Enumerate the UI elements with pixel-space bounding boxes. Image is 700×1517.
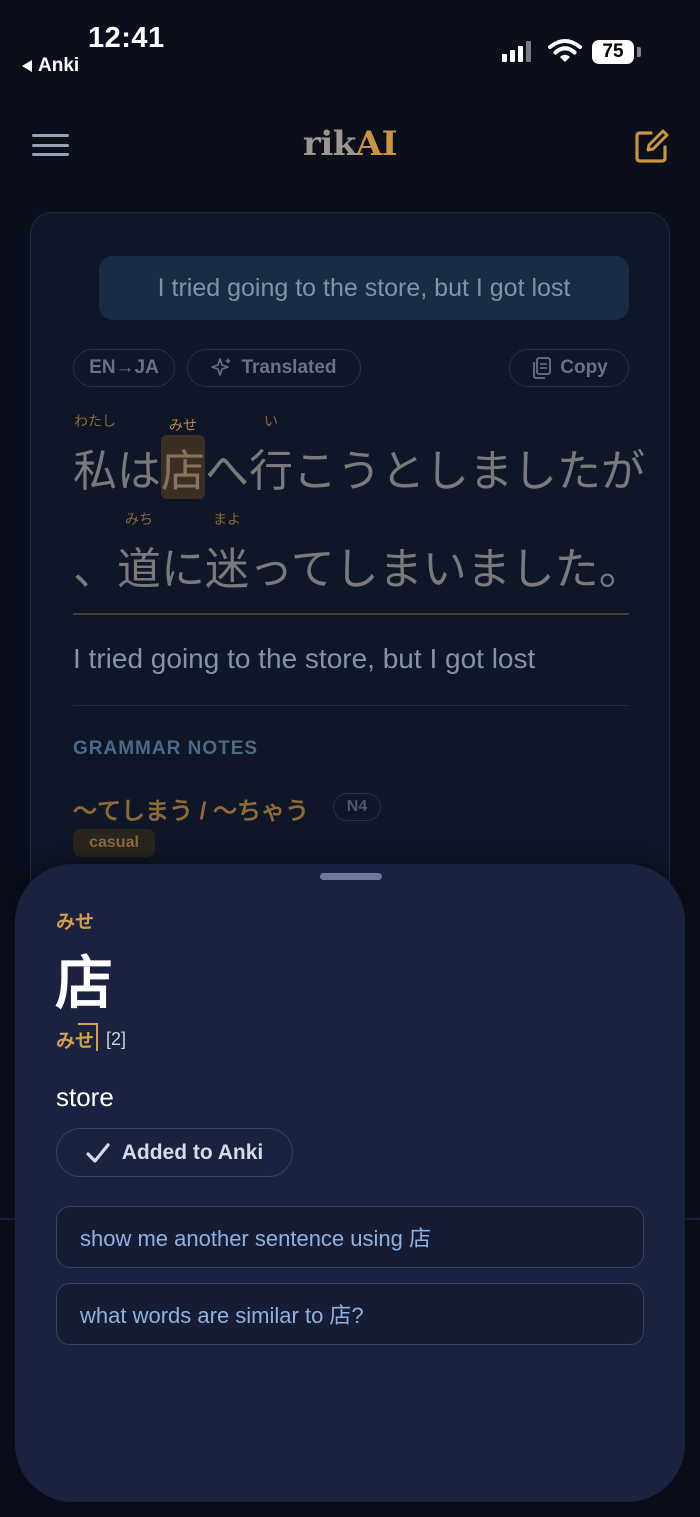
pitch-kana: みせ [56,1023,98,1053]
added-label: Added to Anki [121,1140,264,1164]
pitch-accent-high-line [78,1023,98,1025]
wifi-icon [548,39,582,62]
battery-indicator: 75 [592,40,634,64]
suggestion-button[interactable]: what words are similar to 店? [56,1283,644,1345]
particle-wa[interactable]: は [117,446,161,497]
pitch-accent-drop-line [96,1023,98,1051]
particle-ni[interactable]: に [161,544,205,595]
word-meaning: store [56,1082,114,1112]
compose-icon[interactable] [634,128,670,164]
word-reading: みせ [56,912,95,933]
back-app-label: Anki [38,55,80,76]
grammar-notes-heading: GRAMMAR NOTES [73,738,259,759]
jlpt-level-badge: N4 [333,793,381,821]
checkmark-icon [86,1142,110,1163]
back-arrow-icon [22,60,32,72]
pitch-accent-number: [2] [106,1029,127,1049]
translation-card: I tried going to the store, but I got lo… [30,212,670,912]
register-tag: casual [73,829,155,857]
okurigana-tteshimaimashita[interactable]: ってしまいました。 [249,544,643,595]
direction-badge: EN→JA [73,349,175,387]
copy-label: Copy [560,357,608,378]
back-to-app-link[interactable]: Anki [22,55,79,77]
added-to-anki-button[interactable]: Added to Anki [56,1128,293,1177]
translated-label: Translated [241,357,337,378]
particle-e[interactable]: へ [205,446,249,497]
divider [73,613,629,615]
japanese-sentence-line1: わたし 私は みせ 店へい行こうとしましたが [73,414,645,499]
word-mise-highlighted[interactable]: みせ店 [161,418,205,499]
grammar-note-title[interactable]: 〜てしまう / 〜ちゃう [73,791,309,826]
sparkle-icon [211,358,232,376]
copy-icon [533,357,552,379]
okurigana-koutoshimashitaga[interactable]: こうとしましたが [293,446,645,497]
suggestion-button[interactable]: show me another sentence using 店 [56,1206,644,1268]
app-title: rikAI [302,124,398,164]
status-time: 12:41 [88,22,165,54]
copy-button[interactable]: Copy [509,349,629,387]
divider [73,705,629,706]
input-bubble: I tried going to the store, but I got lo… [99,256,629,320]
word-iku[interactable]: い行 [249,414,293,499]
word-mayou[interactable]: まよ迷 [205,512,249,597]
word-michi[interactable]: みち道 [117,512,161,597]
english-translation: I tried going to the store, but I got lo… [73,643,536,674]
word-kanji: 店 [55,949,114,1017]
battery-tip [637,47,641,57]
japanese-sentence-line2: 、みち 道に まよ 迷ってしまいました。 [73,512,643,597]
status-bar: 12:41 Anki 75 [0,0,700,90]
word-detail-sheet: みせ 店 みせ [2] store Added to Anki show me … [15,864,685,1502]
comma: 、 [73,544,117,595]
word-watashi[interactable]: わたし私 [73,414,117,499]
pitch-accent: みせ [2] [56,1023,127,1053]
sheet-grabber-handle[interactable] [320,873,382,880]
cellular-signal-icon [502,40,531,62]
translated-badge: Translated [187,349,361,387]
